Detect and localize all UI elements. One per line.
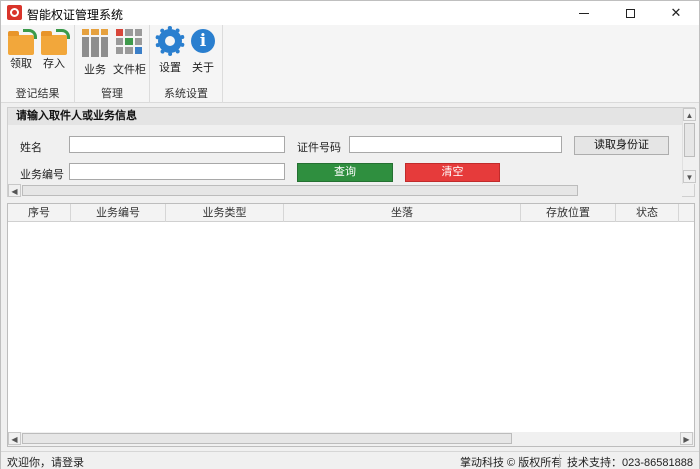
support-phone: 技术支持：023-86581888 <box>567 457 693 469</box>
ribbon-group-label: 管理 <box>101 88 123 100</box>
folder-export-icon <box>8 29 37 55</box>
column-header[interactable]: 序号 <box>8 204 71 222</box>
name-input[interactable] <box>69 136 285 153</box>
minimize-button[interactable] <box>561 1 607 25</box>
scroll-down-icon[interactable]: ▼ <box>683 170 696 183</box>
info-icon: i <box>191 29 215 53</box>
ribbon-group-label: 登记结果 <box>15 88 60 100</box>
about-button[interactable]: i 关于 <box>187 29 219 75</box>
ribbon-group-registration: 领取 存入 登记结果 <box>1 25 75 103</box>
results-table: 序号 业务编号 业务类型 坐落 存放位置 状态 ◀ ▶ <box>7 203 695 447</box>
scroll-thumb[interactable] <box>22 433 512 444</box>
app-logo-icon <box>7 5 22 20</box>
settings-label: 设置 <box>159 62 181 74</box>
ribbon-toolbar: 领取 存入 登记结果 业务 文件柜 管理 设置 i 关于 系统设置 <box>1 25 699 103</box>
query-button[interactable]: 查询 <box>297 163 393 182</box>
close-icon: ✕ <box>670 5 682 20</box>
file-cabinet-icon <box>116 29 142 55</box>
login-status: 欢迎你，请登录 <box>7 457 84 469</box>
collect-button[interactable]: 领取 <box>5 29 37 71</box>
minimize-icon <box>579 13 589 15</box>
ribbon-group-label: 系统设置 <box>164 88 208 100</box>
deposit-button[interactable]: 存入 <box>38 29 70 71</box>
title-bar: 智能权证管理系统 ✕ <box>1 1 699 25</box>
ribbon-group-management: 业务 文件柜 管理 <box>75 25 150 103</box>
column-header[interactable]: 业务编号 <box>71 204 166 222</box>
column-header[interactable]: 业务类型 <box>166 204 284 222</box>
window-title: 智能权证管理系统 <box>27 8 124 22</box>
clear-button[interactable]: 清空 <box>405 163 500 182</box>
file-cabinet-button[interactable]: 文件柜 <box>113 29 146 77</box>
app-window: 智能权证管理系统 ✕ 领取 存入 登记结果 业务 文件柜 管理 设置 i 关于 … <box>0 0 700 469</box>
scroll-left-icon[interactable]: ◀ <box>8 432 21 445</box>
business-grid-icon <box>82 29 108 57</box>
id-number-label: 证件号码 <box>297 142 341 154</box>
folder-import-icon <box>41 29 70 55</box>
scroll-thumb[interactable] <box>22 185 578 196</box>
id-number-input[interactable] <box>349 136 562 153</box>
scroll-up-icon[interactable]: ▲ <box>683 108 696 121</box>
maximize-icon <box>625 9 635 19</box>
scroll-thumb[interactable] <box>684 123 695 157</box>
status-bar: 欢迎你，请登录 掌动科技 © 版权所有 技术支持：023-86581888 <box>1 451 699 469</box>
scroll-right-icon[interactable]: ▶ <box>680 432 693 445</box>
business-label: 业务 <box>84 64 106 76</box>
search-panel: 请输入取件人或业务信息 姓名 证件号码 读取身份证 业务编号 查询 清空 ▲ ▼… <box>7 107 696 197</box>
business-number-label: 业务编号 <box>20 169 64 181</box>
business-number-input[interactable] <box>69 163 285 180</box>
table-horizontal-scrollbar[interactable]: ◀ ▶ <box>8 432 694 446</box>
scroll-left-icon[interactable]: ◀ <box>8 184 21 197</box>
column-header[interactable]: 坐落 <box>284 204 521 222</box>
ribbon-group-system: 设置 i 关于 系统设置 <box>150 25 223 103</box>
gear-icon <box>155 26 185 56</box>
column-header[interactable]: 存放位置 <box>521 204 616 222</box>
read-id-card-button[interactable]: 读取身份证 <box>574 136 669 155</box>
table-header: 序号 业务编号 业务类型 坐落 存放位置 状态 <box>8 204 694 222</box>
panel-horizontal-scrollbar[interactable]: ◀ <box>8 184 682 197</box>
close-button[interactable]: ✕ <box>653 1 699 25</box>
settings-button[interactable]: 设置 <box>154 26 186 75</box>
collect-label: 领取 <box>10 58 32 70</box>
file-cabinet-label: 文件柜 <box>113 64 146 76</box>
copyright-text: 掌动科技 © 版权所有 <box>460 457 563 469</box>
deposit-label: 存入 <box>43 58 65 70</box>
status-divider <box>559 454 560 467</box>
column-header[interactable]: 状态 <box>616 204 679 222</box>
about-label: 关于 <box>192 62 214 74</box>
name-label: 姓名 <box>20 142 42 154</box>
search-panel-title: 请输入取件人或业务信息 <box>8 108 682 125</box>
business-button[interactable]: 业务 <box>79 29 111 77</box>
panel-vertical-scrollbar[interactable]: ▲ ▼ <box>682 108 696 184</box>
maximize-button[interactable] <box>607 1 653 25</box>
